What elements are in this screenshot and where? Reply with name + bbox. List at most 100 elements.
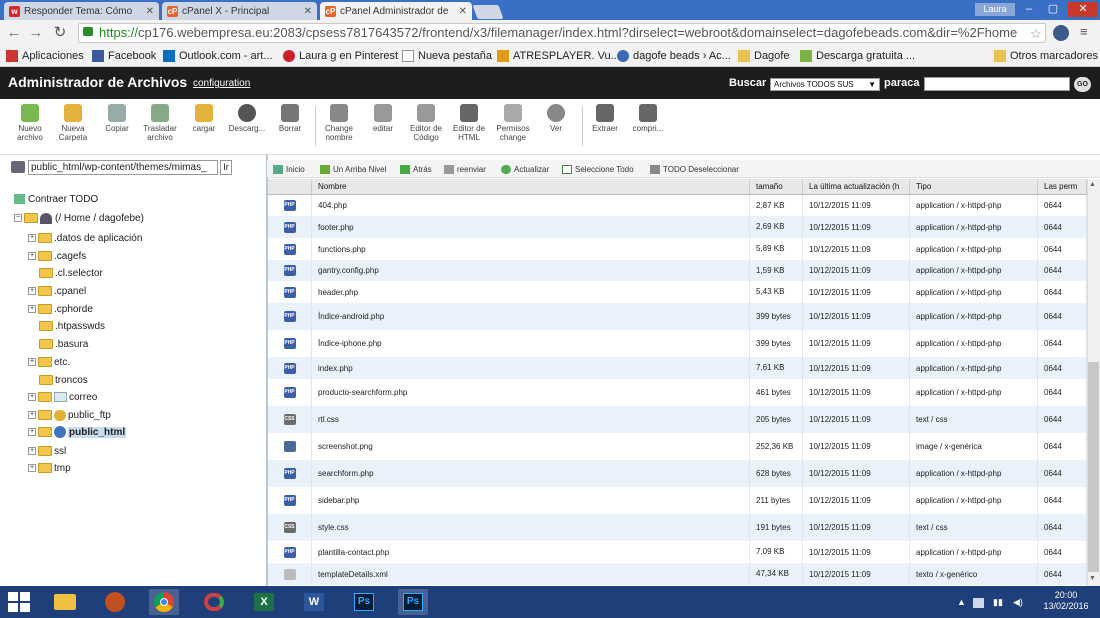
network-icon[interactable] [973, 598, 984, 608]
tab-cpanel-filemanager[interactable]: cP cPanel Administrador de ✕ [320, 2, 472, 20]
back-link[interactable]: Atrás [400, 165, 432, 174]
bookmark-item[interactable]: Descarga gratuita ... [800, 50, 915, 62]
photoshop-icon-2[interactable]: Ps [398, 589, 428, 615]
close-window-button[interactable]: ✕ [1068, 2, 1098, 17]
copy-button[interactable]: Copiar [95, 104, 139, 133]
file-name[interactable]: rtl.css [312, 406, 750, 433]
reload-icon[interactable]: ↻ [52, 24, 68, 42]
url-bar[interactable]: https://cp176.webempresa.eu:2083/cpsess7… [78, 23, 1046, 43]
excel-icon[interactable]: X [249, 589, 279, 615]
extract-button[interactable]: Extraer [583, 104, 627, 133]
tree-folder[interactable]: + ssl [28, 444, 66, 458]
baseball-glove-icon[interactable] [100, 589, 130, 615]
table-row[interactable]: PHP searchform.php 628 bytes 10/12/2015 11:… [268, 460, 1087, 487]
up-level-link[interactable]: Un Arriba Nivel [320, 165, 386, 174]
expander-icon[interactable]: − [14, 214, 22, 222]
word-icon[interactable]: W [299, 589, 329, 615]
collapse-all-link[interactable]: Contraer TODO [14, 192, 98, 206]
move-button[interactable]: Trasladar archivo [138, 104, 182, 142]
app-swirl-icon[interactable] [199, 589, 229, 615]
tree-folder[interactable]: + tmp [28, 461, 71, 475]
profile-badge[interactable]: Laura [975, 3, 1015, 16]
search-input[interactable] [924, 77, 1070, 91]
column-header-size[interactable]: tamaño [750, 179, 803, 195]
expander-icon[interactable]: + [28, 411, 36, 419]
tree-root[interactable]: − (/ Home / dagofebe) [14, 211, 144, 225]
table-row[interactable]: PHP plantilla-contact.php 7,09 KB 10/12/201… [268, 541, 1087, 563]
file-name[interactable]: header.php [312, 281, 750, 303]
table-row[interactable]: PHP producto-searchform.php 461 bytes 10/12… [268, 379, 1087, 406]
tree-folder[interactable]: + etc. [28, 355, 70, 369]
deselect-all-link[interactable]: TODO Deseleccionar [650, 165, 739, 174]
file-explorer-icon[interactable] [50, 589, 80, 615]
file-name[interactable]: footer.php [312, 216, 750, 238]
expander-icon[interactable]: + [28, 305, 36, 313]
new-folder-button[interactable]: Nueva Carpeta [51, 104, 95, 142]
forward-icon[interactable]: → [28, 24, 44, 42]
tree-folder[interactable]: + public_ftp [28, 408, 111, 422]
tab-cpanel-principal[interactable]: cP cPanel X - Principal ✕ [162, 2, 317, 20]
tab-close-icon[interactable]: ✕ [459, 6, 467, 17]
table-row[interactable]: PHP Índice-iphone.php 399 bytes 10/12/2015 … [268, 330, 1087, 357]
minimize-button[interactable]: – [1018, 2, 1040, 17]
tree-folder[interactable]: + .cphorde [28, 302, 93, 316]
file-name[interactable]: Índice-android.php [312, 303, 750, 330]
view-button[interactable]: Ver [534, 104, 578, 133]
tree-folder[interactable]: + .cpanel [28, 284, 86, 298]
chrome-icon[interactable] [149, 589, 179, 615]
go-button[interactable]: GO [1074, 77, 1091, 92]
upload-button[interactable]: cargar [182, 104, 226, 133]
tree-folder[interactable]: + correo [28, 390, 97, 404]
file-name[interactable]: plantilla-contact.php [312, 541, 750, 563]
path-go-button[interactable]: Ir [220, 160, 232, 175]
tree-folder-selected[interactable]: + public_html [28, 425, 127, 439]
scroll-up-icon[interactable]: ▲ [1089, 181, 1096, 188]
file-name[interactable]: Índice-iphone.php [312, 330, 750, 357]
configuration-link[interactable]: configuration [193, 78, 250, 89]
column-header-name[interactable]: Nombre [312, 179, 750, 195]
new-file-button[interactable]: Nuevo archivo [8, 104, 52, 142]
forward-link[interactable]: reenviar [444, 165, 486, 174]
bookmark-item[interactable]: dagofe beads › Ac... [617, 50, 731, 62]
tree-folder[interactable]: troncos [39, 373, 88, 387]
file-name[interactable]: functions.php [312, 238, 750, 260]
compress-button[interactable]: compri... [626, 104, 670, 133]
file-name[interactable]: searchform.php [312, 460, 750, 487]
table-row[interactable]: screenshot.png 252,36 KB 10/12/2015 11:09 i… [268, 433, 1087, 460]
code-editor-button[interactable]: Editor de Código [404, 104, 448, 142]
bookmark-item[interactable]: Facebook [92, 50, 156, 62]
extension-icon[interactable] [1053, 25, 1069, 41]
expander-icon[interactable]: + [28, 393, 36, 401]
file-name[interactable]: producto-searchform.php [312, 379, 750, 406]
tree-folder[interactable]: + .cagefs [28, 249, 86, 263]
table-row[interactable]: PHP 404.php 2,87 KB 10/12/2015 11:09 applica… [268, 195, 1087, 216]
bookmark-item[interactable]: Aplicaciones [6, 50, 84, 62]
table-row[interactable]: CSS style.css 191 bytes 10/12/2015 11:09 tex… [268, 514, 1087, 541]
file-name[interactable]: style.css [312, 514, 750, 541]
tree-folder[interactable]: .cl.selector [39, 266, 103, 280]
expander-icon[interactable]: + [28, 464, 36, 472]
table-row[interactable]: PHP functions.php 5,89 KB 10/12/2015 11:09 a… [268, 238, 1087, 260]
select-all-link[interactable]: Seleccione Todo [562, 165, 634, 174]
file-name[interactable]: index.php [312, 357, 750, 379]
menu-icon[interactable]: ≡ [1080, 24, 1088, 39]
table-row[interactable]: PHP footer.php 2,69 KB 10/12/2015 11:09 appl… [268, 216, 1087, 238]
bookmark-item[interactable]: Dagofe [738, 50, 789, 62]
expander-icon[interactable]: + [28, 428, 36, 436]
table-row[interactable]: templateDetails.xml 47,34 KB 10/12/2015 11… [268, 563, 1087, 585]
bookmark-item[interactable]: ATRESPLAYER. Vu... [497, 50, 620, 62]
new-tab-button[interactable] [472, 5, 504, 19]
file-name[interactable]: sidebar.php [312, 487, 750, 514]
file-name[interactable]: screenshot.png [312, 433, 750, 460]
search-scope-select[interactable]: Archivos TODOS SUS ▼ [770, 78, 880, 91]
delete-button[interactable]: Borrar [268, 104, 312, 133]
file-name[interactable]: 404.php [312, 195, 750, 216]
tree-folder[interactable]: .htpasswds [39, 319, 105, 333]
tray-chevron-icon[interactable]: ▲ [957, 597, 966, 607]
expander-icon[interactable]: + [28, 252, 36, 260]
star-icon[interactable]: ☆ [1030, 26, 1042, 42]
table-row[interactable]: PHP header.php 5,43 KB 10/12/2015 11:09 appl… [268, 281, 1087, 303]
maximize-button[interactable]: ▢ [1042, 2, 1064, 17]
download-button[interactable]: Descarg... [225, 104, 269, 133]
photoshop-icon[interactable]: Ps [349, 589, 379, 615]
